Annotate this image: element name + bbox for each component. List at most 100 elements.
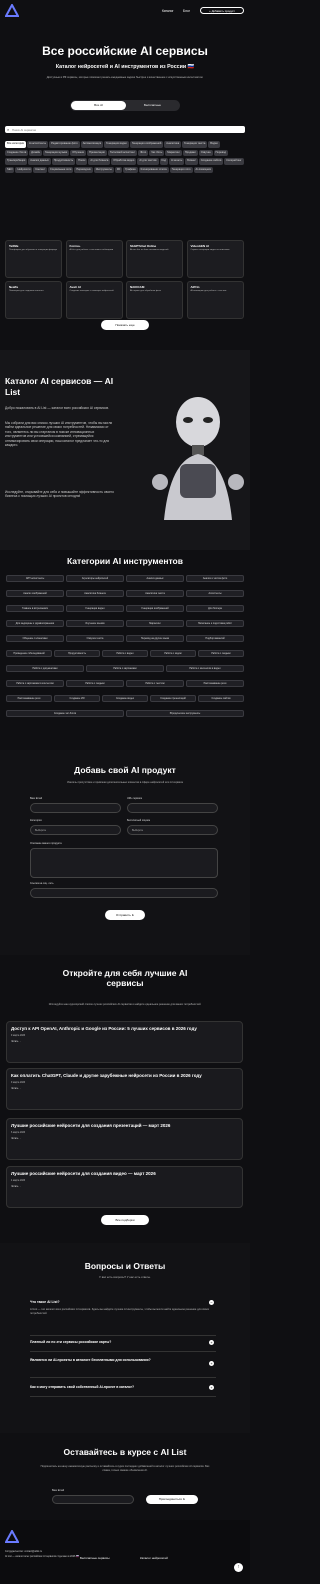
filter-chip[interactable]: Ai-помощник: [193, 166, 213, 173]
category-chip[interactable]: Анализ и чистка фото: [186, 575, 244, 582]
service-card[interactable]: TeXMe Платформа для обучения и генерации …: [5, 240, 62, 278]
filter-chip[interactable]: Контент: [33, 166, 48, 173]
service-card[interactable]: VideoGEN AI Сервис генерации видео по опи…: [186, 240, 244, 278]
filter-chip[interactable]: Ai для бизнеса: [88, 158, 111, 165]
faq-item[interactable]: Как я могу отправить свой собственный AI…: [30, 1385, 216, 1397]
category-chip[interactable]: Анализ изображений: [6, 590, 64, 597]
filter-chip[interactable]: Поиск: [76, 158, 88, 165]
toggle-free[interactable]: Бесплатные: [126, 101, 179, 110]
category-chip[interactable]: Аналитика бизнеса: [66, 590, 124, 597]
faq-question[interactable]: Как я могу отправить свой собственный AI…: [30, 1385, 216, 1389]
nav-link-blog[interactable]: Блог: [183, 9, 190, 13]
faq-question[interactable]: Являются ли AI-проекты в каталоге беспла…: [30, 1358, 200, 1362]
filter-chip[interactable]: Ai-ассистенты: [27, 141, 49, 148]
filter-chip[interactable]: 3D: [114, 166, 123, 173]
category-chip[interactable]: Распознавание речи: [6, 695, 52, 702]
category-chip[interactable]: Генерация видео: [66, 605, 124, 612]
category-chip[interactable]: Изучение языков: [66, 620, 124, 627]
subscribe-email-field[interactable]: [52, 1495, 134, 1504]
post-title[interactable]: Лучшие российские нейросети для создания…: [11, 1123, 238, 1128]
filter-chip[interactable]: Генерация изображений: [129, 141, 164, 148]
expand-icon[interactable]: +: [209, 1340, 214, 1345]
category-chip[interactable]: Создание презентаций: [150, 695, 196, 702]
filter-chip[interactable]: Графика: [123, 166, 138, 173]
show-more-button[interactable]: Показать еще: [101, 320, 149, 330]
category-chip[interactable]: Продуктивность: [54, 650, 100, 657]
filter-chip[interactable]: Переводчик: [74, 166, 93, 173]
service-card[interactable]: Avatr AI Создание аватаров с помощью нейр…: [65, 281, 123, 319]
post-title[interactable]: Как оплатить ChatGPT, Claude и другие за…: [11, 1073, 238, 1078]
filter-chip[interactable]: Голосовой ассистент: [107, 149, 138, 156]
filter-chip[interactable]: Дизайн: [29, 149, 42, 156]
category-chip[interactable]: Ассистенты: [186, 590, 244, 597]
service-card[interactable]: Neafts Помощник для создания контента: [5, 281, 62, 319]
scroll-top-button[interactable]: ↑: [234, 1563, 243, 1572]
filter-chip[interactable]: Генерация лого: [169, 166, 193, 173]
category-chip[interactable]: Работа с картинками: [86, 665, 164, 672]
post-title[interactable]: Доступ к API OpenAI, Anthropic и Google …: [11, 1026, 238, 1031]
logo-icon[interactable]: [5, 4, 19, 18]
category-select[interactable]: Выберите: [30, 825, 121, 835]
category-chip[interactable]: Подбор вакансий: [186, 635, 244, 642]
add-product-button[interactable]: + Добавить продукт: [200, 7, 244, 14]
category-chip[interactable]: GPT-ассистенты: [6, 575, 64, 582]
search-input[interactable]: [12, 127, 242, 132]
filter-chip[interactable]: Инструменты: [93, 166, 114, 173]
filter-chip[interactable]: Создание сайтов: [198, 158, 224, 165]
read-link[interactable]: Читать →: [11, 1138, 238, 1140]
category-chip[interactable]: Для блогера: [186, 605, 244, 612]
filter-chip[interactable]: Бизнес: [185, 158, 198, 165]
category-chip[interactable]: Главное в встречаемся: [6, 605, 64, 612]
read-link[interactable]: Читать →: [11, 1186, 238, 1188]
category-chip[interactable]: Работа с контентом в видео: [166, 665, 244, 672]
category-chip[interactable]: Озвучка текста: [66, 635, 124, 642]
category-chip[interactable]: Генерация изображений: [126, 605, 184, 612]
search-bar[interactable]: ⌕: [5, 126, 245, 133]
faq-item[interactable]: Что такое AI List? − AI List — это катал…: [30, 1300, 216, 1336]
category-chip[interactable]: Создание чат-ботов: [6, 710, 124, 717]
toggle-all-ai[interactable]: Все AI: [71, 101, 126, 110]
filter-chip[interactable]: Код: [159, 158, 168, 165]
filter-chip[interactable]: Копирайтинг: [224, 158, 244, 165]
service-card[interactable]: NAIOCAM AI-сервис для обработки фото: [126, 281, 183, 319]
filter-chip[interactable]: Нейросети: [15, 166, 33, 173]
filter-chip[interactable]: SEO: [5, 166, 15, 173]
expand-icon[interactable]: +: [209, 1361, 214, 1366]
category-chip[interactable]: Создание сайтов: [198, 695, 244, 702]
filter-chip[interactable]: Редактирование фото: [49, 141, 80, 148]
filter-chip[interactable]: Транскрибация: [5, 158, 28, 165]
filter-chip[interactable]: Генерация музыки: [43, 149, 70, 156]
footer-link-free[interactable]: Бесплатные сервисы: [80, 1556, 110, 1560]
category-chip[interactable]: Для медицины и здравоохранения: [6, 620, 64, 627]
filter-chip[interactable]: Маркетинг: [165, 149, 182, 156]
blog-post[interactable]: Лучшие российские нейросети для создания…: [6, 1166, 243, 1208]
filter-chip[interactable]: Генерация видео: [104, 141, 129, 148]
service-card[interactable]: SbGPTchat Online AI-чат-бот на базе языко…: [126, 240, 183, 278]
free-select[interactable]: Выберите: [127, 825, 218, 835]
category-chip[interactable]: Маркетинг: [126, 620, 184, 627]
read-link[interactable]: Читать →: [11, 1041, 238, 1043]
description-field[interactable]: [30, 848, 218, 878]
category-chip[interactable]: Проведение собеседований: [6, 650, 52, 657]
filter-chip[interactable]: Ai для текстов: [137, 158, 159, 165]
nav-link-catalog[interactable]: Каталог: [162, 9, 174, 13]
blog-post[interactable]: Лучшие российские нейросети для создания…: [6, 1118, 243, 1160]
category-chip[interactable]: Работа с видео: [102, 650, 148, 657]
category-chip[interactable]: Анализ данных: [126, 575, 184, 582]
expand-icon[interactable]: +: [209, 1385, 214, 1390]
filter-chip[interactable]: Озвучка: [198, 149, 213, 156]
faq-item[interactable]: Платный ли по эти сервисы российские кар…: [30, 1340, 216, 1352]
filter-chip[interactable]: Генерация текста: [182, 141, 208, 148]
faq-question[interactable]: Платный ли по эти сервисы российские кар…: [30, 1340, 216, 1344]
category-chip[interactable]: Работа с документами: [6, 665, 84, 672]
all-posts-button[interactable]: Все подборки: [101, 1215, 149, 1225]
category-chip[interactable]: Работа с кодом: [150, 650, 196, 657]
filter-chip[interactable]: Продуктивность: [51, 158, 76, 165]
filter-chip[interactable]: Презентации: [87, 149, 107, 156]
filter-chip[interactable]: Обучение: [70, 149, 87, 156]
footer-contact[interactable]: Сотрудничество: contact@ailist.ru: [5, 1550, 80, 1553]
category-chip[interactable]: Работа с картинками в контентом: [6, 680, 64, 687]
filter-chip[interactable]: Обработка видео: [111, 158, 137, 165]
filter-chip[interactable]: Социальные сети: [48, 166, 74, 173]
category-chip[interactable]: Написание и подготовка работ: [186, 620, 244, 627]
